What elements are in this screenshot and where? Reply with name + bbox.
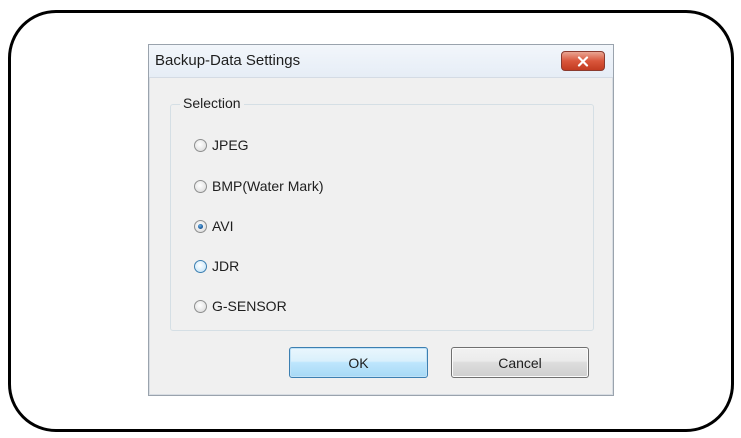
close-button[interactable] <box>561 51 605 71</box>
dialog-title: Backup-Data Settings <box>155 52 301 69</box>
dialog-titlebar: Backup-Data Settings <box>149 45 613 78</box>
backup-data-settings-dialog: Backup-Data Settings Selection JPEG BMP(… <box>148 44 614 396</box>
radio-g-sensor[interactable]: G-SENSOR <box>194 296 287 316</box>
radio-label-jdr: JDR <box>212 258 240 274</box>
radio-jdr[interactable]: JDR <box>194 256 239 276</box>
ok-button[interactable]: OK <box>289 347 428 378</box>
cancel-button[interactable]: Cancel <box>451 347 589 378</box>
radio-jpeg[interactable]: JPEG <box>194 135 249 155</box>
radio-button-icon[interactable] <box>194 179 207 193</box>
radio-selected-dot <box>198 223 203 229</box>
radio-label-jpeg: JPEG <box>212 137 249 153</box>
radio-button-icon[interactable] <box>194 138 207 152</box>
radio-bmp-water-mark[interactable]: BMP(Water Mark) <box>194 176 323 196</box>
radio-button-icon[interactable] <box>194 299 207 313</box>
radio-button-selected-icon[interactable] <box>194 219 207 233</box>
radio-label-avi: AVI <box>212 218 234 234</box>
selection-group-label: Selection <box>180 95 244 111</box>
radio-button-hover-icon[interactable] <box>194 259 207 273</box>
radio-label-bmp: BMP(Water Mark) <box>212 178 324 194</box>
radio-label-g-sensor: G-SENSOR <box>212 298 287 314</box>
close-icon <box>577 55 589 67</box>
radio-avi[interactable]: AVI <box>194 216 234 236</box>
